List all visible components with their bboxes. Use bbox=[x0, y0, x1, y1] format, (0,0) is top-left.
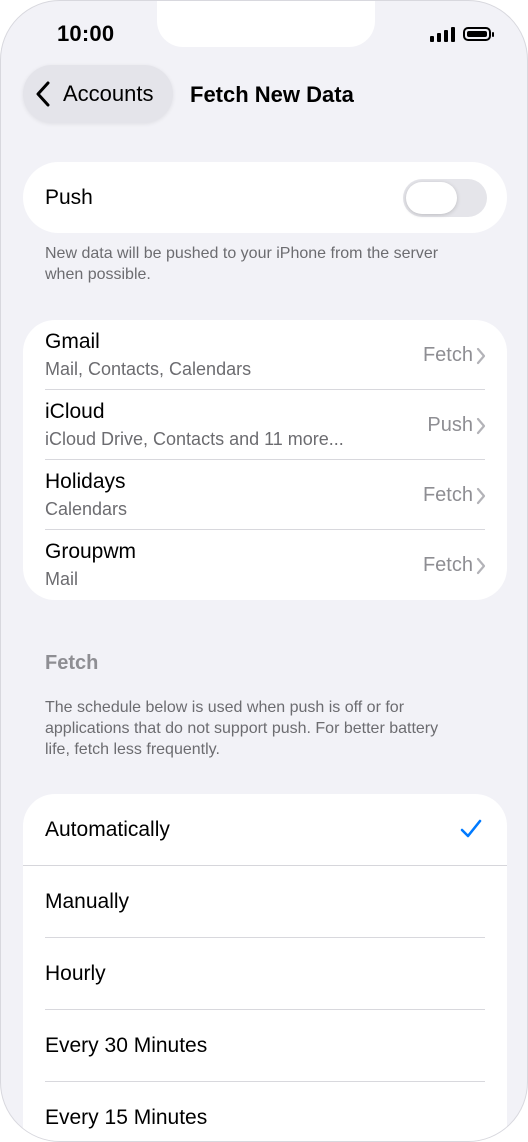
fetch-option-label: Every 30 Minutes bbox=[45, 1034, 208, 1057]
account-mode: Fetch bbox=[422, 344, 473, 366]
account-detail: Mail, Contacts, Calendars bbox=[45, 359, 252, 379]
fetch-option-automatically[interactable]: Automatically bbox=[23, 794, 507, 866]
chevron-left-icon bbox=[36, 81, 50, 107]
fetch-option-every-15-minutes[interactable]: Every 15 Minutes bbox=[23, 1082, 507, 1141]
status-time: 10:00 bbox=[57, 21, 115, 46]
fetch-option-label: Hourly bbox=[45, 962, 106, 985]
chevron-right-icon bbox=[476, 487, 486, 505]
phone-screen: 10:00 Accounts Fetch New Data Push New d… bbox=[0, 0, 528, 1142]
fetch-section-header: Fetch bbox=[45, 652, 99, 674]
fetch-option-label: Manually bbox=[45, 890, 130, 913]
back-button-label: Accounts bbox=[63, 81, 154, 106]
push-footer: New data will be pushed to your iPhone f… bbox=[45, 245, 439, 283]
account-mode: Fetch bbox=[422, 554, 473, 576]
account-name: Gmail bbox=[45, 330, 100, 353]
status-icons bbox=[430, 26, 494, 42]
fetch-option-hourly[interactable]: Hourly bbox=[23, 938, 507, 1010]
account-detail: Calendars bbox=[45, 499, 128, 519]
cellular-signal-icon bbox=[430, 26, 455, 42]
account-mode: Push bbox=[427, 414, 473, 436]
account-detail: iCloud Drive, Contacts and 11 more... bbox=[45, 429, 344, 449]
account-mode: Fetch bbox=[422, 484, 473, 506]
chevron-right-icon bbox=[476, 557, 486, 575]
account-row-groupwm[interactable]: Groupwm Mail Fetch bbox=[23, 530, 507, 600]
account-detail: Mail bbox=[45, 569, 79, 589]
fetch-option-label: Automatically bbox=[45, 818, 170, 841]
fetch-option-manually[interactable]: Manually bbox=[23, 866, 507, 938]
back-button[interactable]: Accounts bbox=[23, 65, 173, 123]
fetch-footer: The schedule below is used when push is … bbox=[45, 699, 439, 758]
chevron-right-icon bbox=[476, 347, 486, 365]
account-row-holidays[interactable]: Holidays Calendars Fetch bbox=[23, 460, 507, 530]
account-name: Groupwm bbox=[45, 540, 137, 563]
device-notch bbox=[157, 1, 375, 47]
account-row-gmail[interactable]: Gmail Mail, Contacts, Calendars Fetch bbox=[23, 320, 507, 390]
fetch-option-every-30-minutes[interactable]: Every 30 Minutes bbox=[23, 1010, 507, 1082]
account-name: Holidays bbox=[45, 470, 126, 493]
push-toggle[interactable] bbox=[403, 179, 487, 217]
push-label: Push bbox=[45, 186, 93, 209]
checkmark-icon bbox=[460, 819, 482, 838]
push-card: Push bbox=[23, 162, 507, 233]
page-title: Fetch New Data bbox=[190, 82, 354, 107]
battery-icon bbox=[463, 27, 494, 41]
accounts-list: Gmail Mail, Contacts, Calendars Fetch iC… bbox=[23, 320, 507, 600]
fetch-options-list: Automatically Manually Hourly Every 30 M… bbox=[23, 794, 507, 1141]
fetch-option-label: Every 15 Minutes bbox=[45, 1106, 208, 1129]
account-row-icloud[interactable]: iCloud iCloud Drive, Contacts and 11 mor… bbox=[23, 390, 507, 460]
chevron-right-icon bbox=[476, 417, 486, 435]
account-name: iCloud bbox=[45, 400, 105, 423]
